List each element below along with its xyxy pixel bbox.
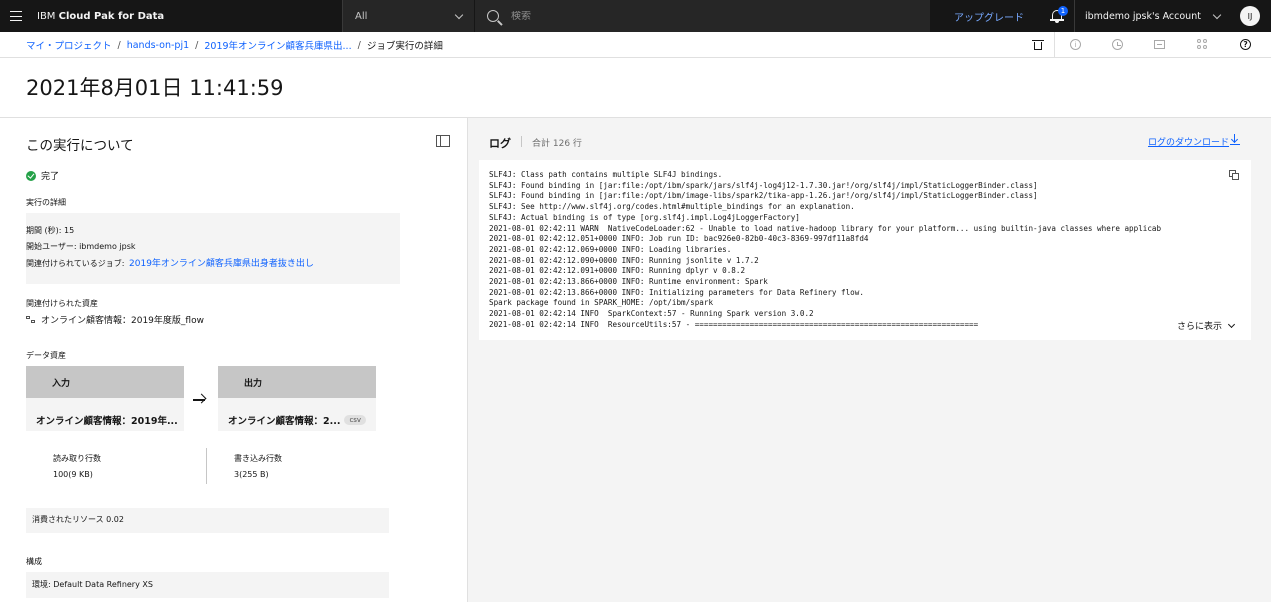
log-line: SLF4J: Actual binding is of type [org.sl… <box>489 212 800 222</box>
breadcrumb-bar: マイ・プロジェクト / hands-on-pj1 / 2019年オンライン顧客兵… <box>0 32 1271 58</box>
rows-written-label: 書き込み行数 <box>234 454 282 463</box>
comment-icon[interactable] <box>1154 40 1165 49</box>
stats-divider <box>206 448 207 484</box>
chevron-down-icon <box>1227 320 1236 328</box>
input-header: 入力 <box>26 366 184 398</box>
info-icon[interactable]: i <box>1070 39 1081 50</box>
log-line: 2021-08-01 02:42:11 WARN NativeCodeLoade… <box>489 223 1162 233</box>
output-header: 出力 <box>218 366 376 398</box>
search-bar <box>475 0 930 32</box>
input-asset[interactable]: オンライン顧客情報：2019年... <box>26 398 184 431</box>
log-panel: ログ 合計 126 行 ログのダウンロード SLF4J: Class path … <box>468 118 1271 602</box>
log-line: SLF4J: Found binding in [jar:file:/opt/i… <box>489 191 1038 201</box>
panel-toggle-icon[interactable] <box>436 135 450 147</box>
output-asset[interactable]: オンライン顧客情報：2... csv <box>218 398 376 431</box>
avatar[interactable]: IJ <box>1240 6 1260 26</box>
log-line: Spark package found in SPARK_HOME: /opt/… <box>489 298 714 308</box>
log-line: 2021-08-01 02:42:12.069+0000 INFO: Loadi… <box>489 244 732 254</box>
log-line: SLF4J: Found binding in [jar:file:/opt/i… <box>489 180 1038 190</box>
related-job-label: 関連付けられているジョブ: <box>26 259 125 268</box>
rows-read-label: 読み取り行数 <box>53 454 101 463</box>
download-icon[interactable] <box>1230 134 1240 146</box>
flow-icon <box>26 315 36 324</box>
breadcrumb-separator: / <box>195 39 199 51</box>
delete-icon[interactable] <box>1032 39 1044 51</box>
chevron-down-icon <box>454 10 464 20</box>
file-type-tag: csv <box>344 414 367 425</box>
copy-icon[interactable] <box>1229 170 1240 181</box>
data-assets-label: データ資産 <box>26 351 66 360</box>
log-title: ログ <box>489 137 511 150</box>
menu-icon[interactable] <box>0 0 32 32</box>
started-by: 開始ユーザー: ibmdemo jpsk <box>26 242 136 251</box>
associated-asset-name: オンライン顧客情報：2019年度版_flow <box>41 316 204 326</box>
log-line: SLF4J: See http://www.slf4j.org/codes.ht… <box>489 202 855 212</box>
search-input[interactable] <box>511 10 891 22</box>
related-job: 関連付けられているジョブ: 2019年オンライン顧客兵庫県出身者抜き出し <box>26 256 314 269</box>
account-switcher[interactable]: ibmdemo jpsk's Account <box>1074 0 1234 32</box>
toolbar-divider <box>1054 32 1055 58</box>
config-label: 構成 <box>26 557 42 566</box>
help-icon[interactable]: ? <box>1240 39 1251 50</box>
status-text: 完了 <box>41 172 60 182</box>
scope-dropdown[interactable]: All <box>342 0 474 32</box>
download-log-link[interactable]: ログのダウンロード <box>1148 135 1229 148</box>
share-icon[interactable] <box>1197 39 1209 51</box>
upgrade-link[interactable]: アップグレード <box>954 9 1024 24</box>
log-line: 2021-08-01 02:42:13.866+0000 INFO: Initi… <box>489 287 864 297</box>
breadcrumb-current: ジョブ実行の詳細 <box>366 41 443 52</box>
run-details-heading: この実行について <box>26 138 134 154</box>
run-details-box: 期間 (秒): 15 開始ユーザー: ibmdemo jpsk 関連付けられてい… <box>26 213 400 284</box>
breadcrumb: マイ・プロジェクト / hands-on-pj1 / 2019年オンライン顧客兵… <box>26 38 443 53</box>
breadcrumb-separator: / <box>117 39 121 51</box>
related-job-link[interactable]: 2019年オンライン顧客兵庫県出身者抜き出し <box>129 259 314 269</box>
show-more-label: さらに表示 <box>1177 322 1223 332</box>
rows-written-value: 3(255 B) <box>234 470 269 479</box>
run-details-label: 実行の詳細 <box>26 198 66 207</box>
duration: 期間 (秒): 15 <box>26 226 75 235</box>
log-line-count: 合計 126 行 <box>532 139 582 149</box>
checkmark-icon <box>26 170 36 181</box>
status-badge: 完了 <box>26 169 59 182</box>
log-line: 2021-08-01 02:42:13.866+0000 INFO: Runti… <box>489 277 768 287</box>
product-name[interactable]: IBM Cloud Pak for Data <box>37 11 164 22</box>
input-asset-card: 入力 オンライン顧客情報：2019年... <box>26 366 184 432</box>
page-title: 2021年8月01日 11:41:59 <box>26 76 284 100</box>
run-details-panel: この実行について 完了 実行の詳細 期間 (秒): 15 開始ユーザー: ibm… <box>0 118 468 602</box>
search-icon <box>487 10 499 22</box>
consumed-resources: 消費されたリソース 0.02 <box>26 508 389 533</box>
arrow-right-icon <box>193 393 207 407</box>
rows-read-value: 100(9 KB) <box>53 470 93 479</box>
associated-asset-label: 関連付けられた資産 <box>26 299 98 308</box>
environment: 環境: Default Data Refinery XS <box>26 572 389 598</box>
show-more-button[interactable]: さらに表示 <box>1177 319 1236 332</box>
notification-badge: 1 <box>1058 6 1068 16</box>
breadcrumb-job[interactable]: 2019年オンライン顧客兵庫県出... <box>204 38 351 52</box>
breadcrumb-project[interactable]: hands-on-pj1 <box>127 40 189 51</box>
log-line: 2021-08-01 02:42:12.090+0000 INFO: Runni… <box>489 255 759 265</box>
output-asset-name: オンライン顧客情報：2... <box>228 415 341 427</box>
log-line: 2021-08-01 02:42:14 INFO ResourceUtils:5… <box>489 319 979 329</box>
breadcrumb-separator: / <box>357 39 361 51</box>
log-line: 2021-08-01 02:42:12.051+0000 INFO: Job r… <box>489 234 869 244</box>
log-line: SLF4J: Class path contains multiple SLF4… <box>489 170 723 179</box>
log-title-divider <box>521 136 522 147</box>
input-asset-name: オンライン顧客情報：2019年... <box>36 415 178 427</box>
scope-value: All <box>355 10 368 22</box>
breadcrumb-my-projects[interactable]: マイ・プロジェクト <box>26 38 112 52</box>
log-viewer: SLF4J: Class path contains multiple SLF4… <box>479 160 1251 340</box>
output-asset-card: 出力 オンライン顧客情報：2... csv <box>218 366 376 432</box>
account-name: ibmdemo jpsk's Account <box>1085 10 1201 22</box>
chevron-down-icon <box>1212 10 1222 20</box>
associated-asset[interactable]: オンライン顧客情報：2019年度版_flow <box>26 313 204 326</box>
log-line: 2021-08-01 02:42:14 INFO SparkContext:57… <box>489 309 814 319</box>
history-icon[interactable] <box>1112 39 1123 50</box>
log-line: 2021-08-01 02:42:12.091+0000 INFO: Runni… <box>489 266 746 276</box>
log-text: SLF4J: Class path contains multiple SLF4… <box>489 170 1235 331</box>
